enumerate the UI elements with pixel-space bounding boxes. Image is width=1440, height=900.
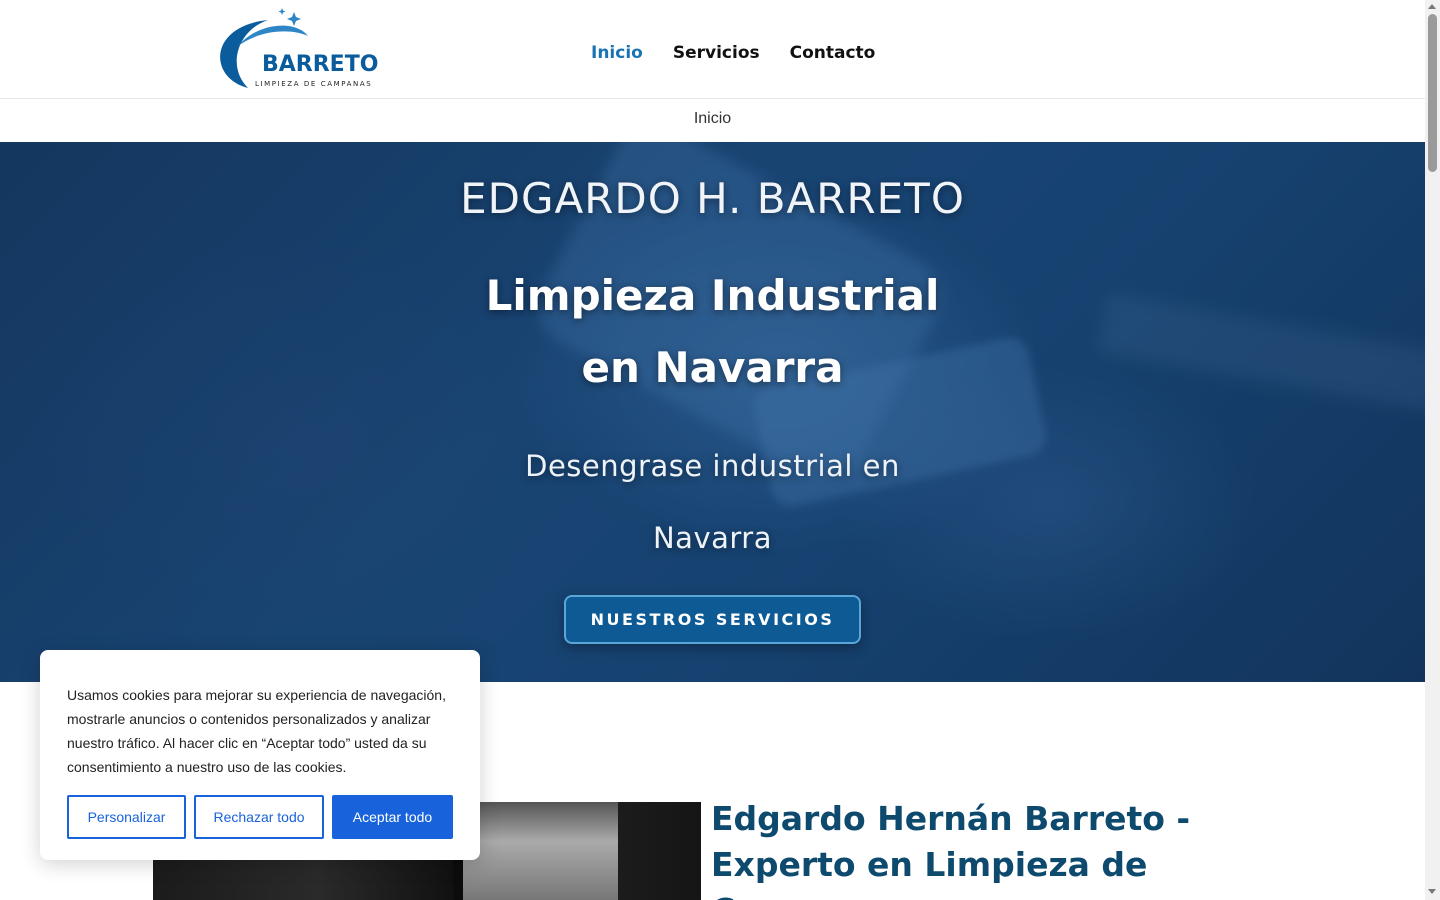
cookie-consent-banner: Usamos cookies para mejorar su experienc…: [40, 650, 480, 860]
logo-brand-text: BARRETO: [262, 52, 379, 77]
breadcrumb-current: Inicio: [693, 110, 732, 127]
hero-subtitle: Desengrase industrial en Navarra: [0, 430, 1425, 574]
sparkle-icon: [278, 8, 301, 26]
services-cta-button[interactable]: NUESTROS SERVICIOS: [564, 595, 861, 644]
site-header: BARRETO LIMPIEZA DE CAMPANAS Inicio Serv…: [0, 0, 1425, 99]
logo[interactable]: BARRETO LIMPIEZA DE CAMPANAS: [208, 6, 378, 92]
main-nav: Inicio Servicios Contacto: [591, 43, 875, 63]
photo-window: [463, 802, 618, 900]
nav-link-servicios[interactable]: Servicios: [673, 43, 760, 63]
hero-title-line2: en Navarra: [581, 343, 844, 392]
logo-tagline: LIMPIEZA DE CAMPANAS: [255, 80, 373, 88]
cookie-consent-text: Usamos cookies para mejorar su experienc…: [67, 687, 446, 775]
reject-all-cookies-button[interactable]: Rechazar todo: [194, 795, 324, 839]
customize-cookies-button[interactable]: Personalizar: [67, 795, 186, 839]
page-scrollbar[interactable]: [1425, 0, 1440, 900]
scroll-up-arrow-icon[interactable]: [1428, 4, 1436, 9]
hero-subtitle-line2: Navarra: [652, 521, 772, 555]
hero-banner: EDGARDO H. BARRETO Limpieza Industrial e…: [0, 142, 1425, 682]
scrollbar-thumb[interactable]: [1428, 14, 1437, 172]
hero-owner-name: EDGARDO H. BARRETO: [460, 174, 965, 223]
accept-all-cookies-button[interactable]: Aceptar todo: [332, 795, 453, 839]
breadcrumb: Inicio: [0, 99, 1425, 142]
hero-title: Limpieza Industrial en Navarra: [0, 260, 1425, 404]
nav-link-inicio[interactable]: Inicio: [591, 43, 643, 63]
hero-subtitle-line1: Desengrase industrial en: [525, 449, 900, 483]
scroll-down-arrow-icon[interactable]: [1428, 889, 1436, 894]
nav-link-contacto[interactable]: Contacto: [790, 43, 876, 63]
cookie-consent-actions: Personalizar Rechazar todo Aceptar todo: [67, 795, 453, 839]
hero-title-line1: Limpieza Industrial: [485, 271, 940, 320]
about-title: Edgardo Hernán Barreto - Experto en Limp…: [711, 799, 1191, 900]
